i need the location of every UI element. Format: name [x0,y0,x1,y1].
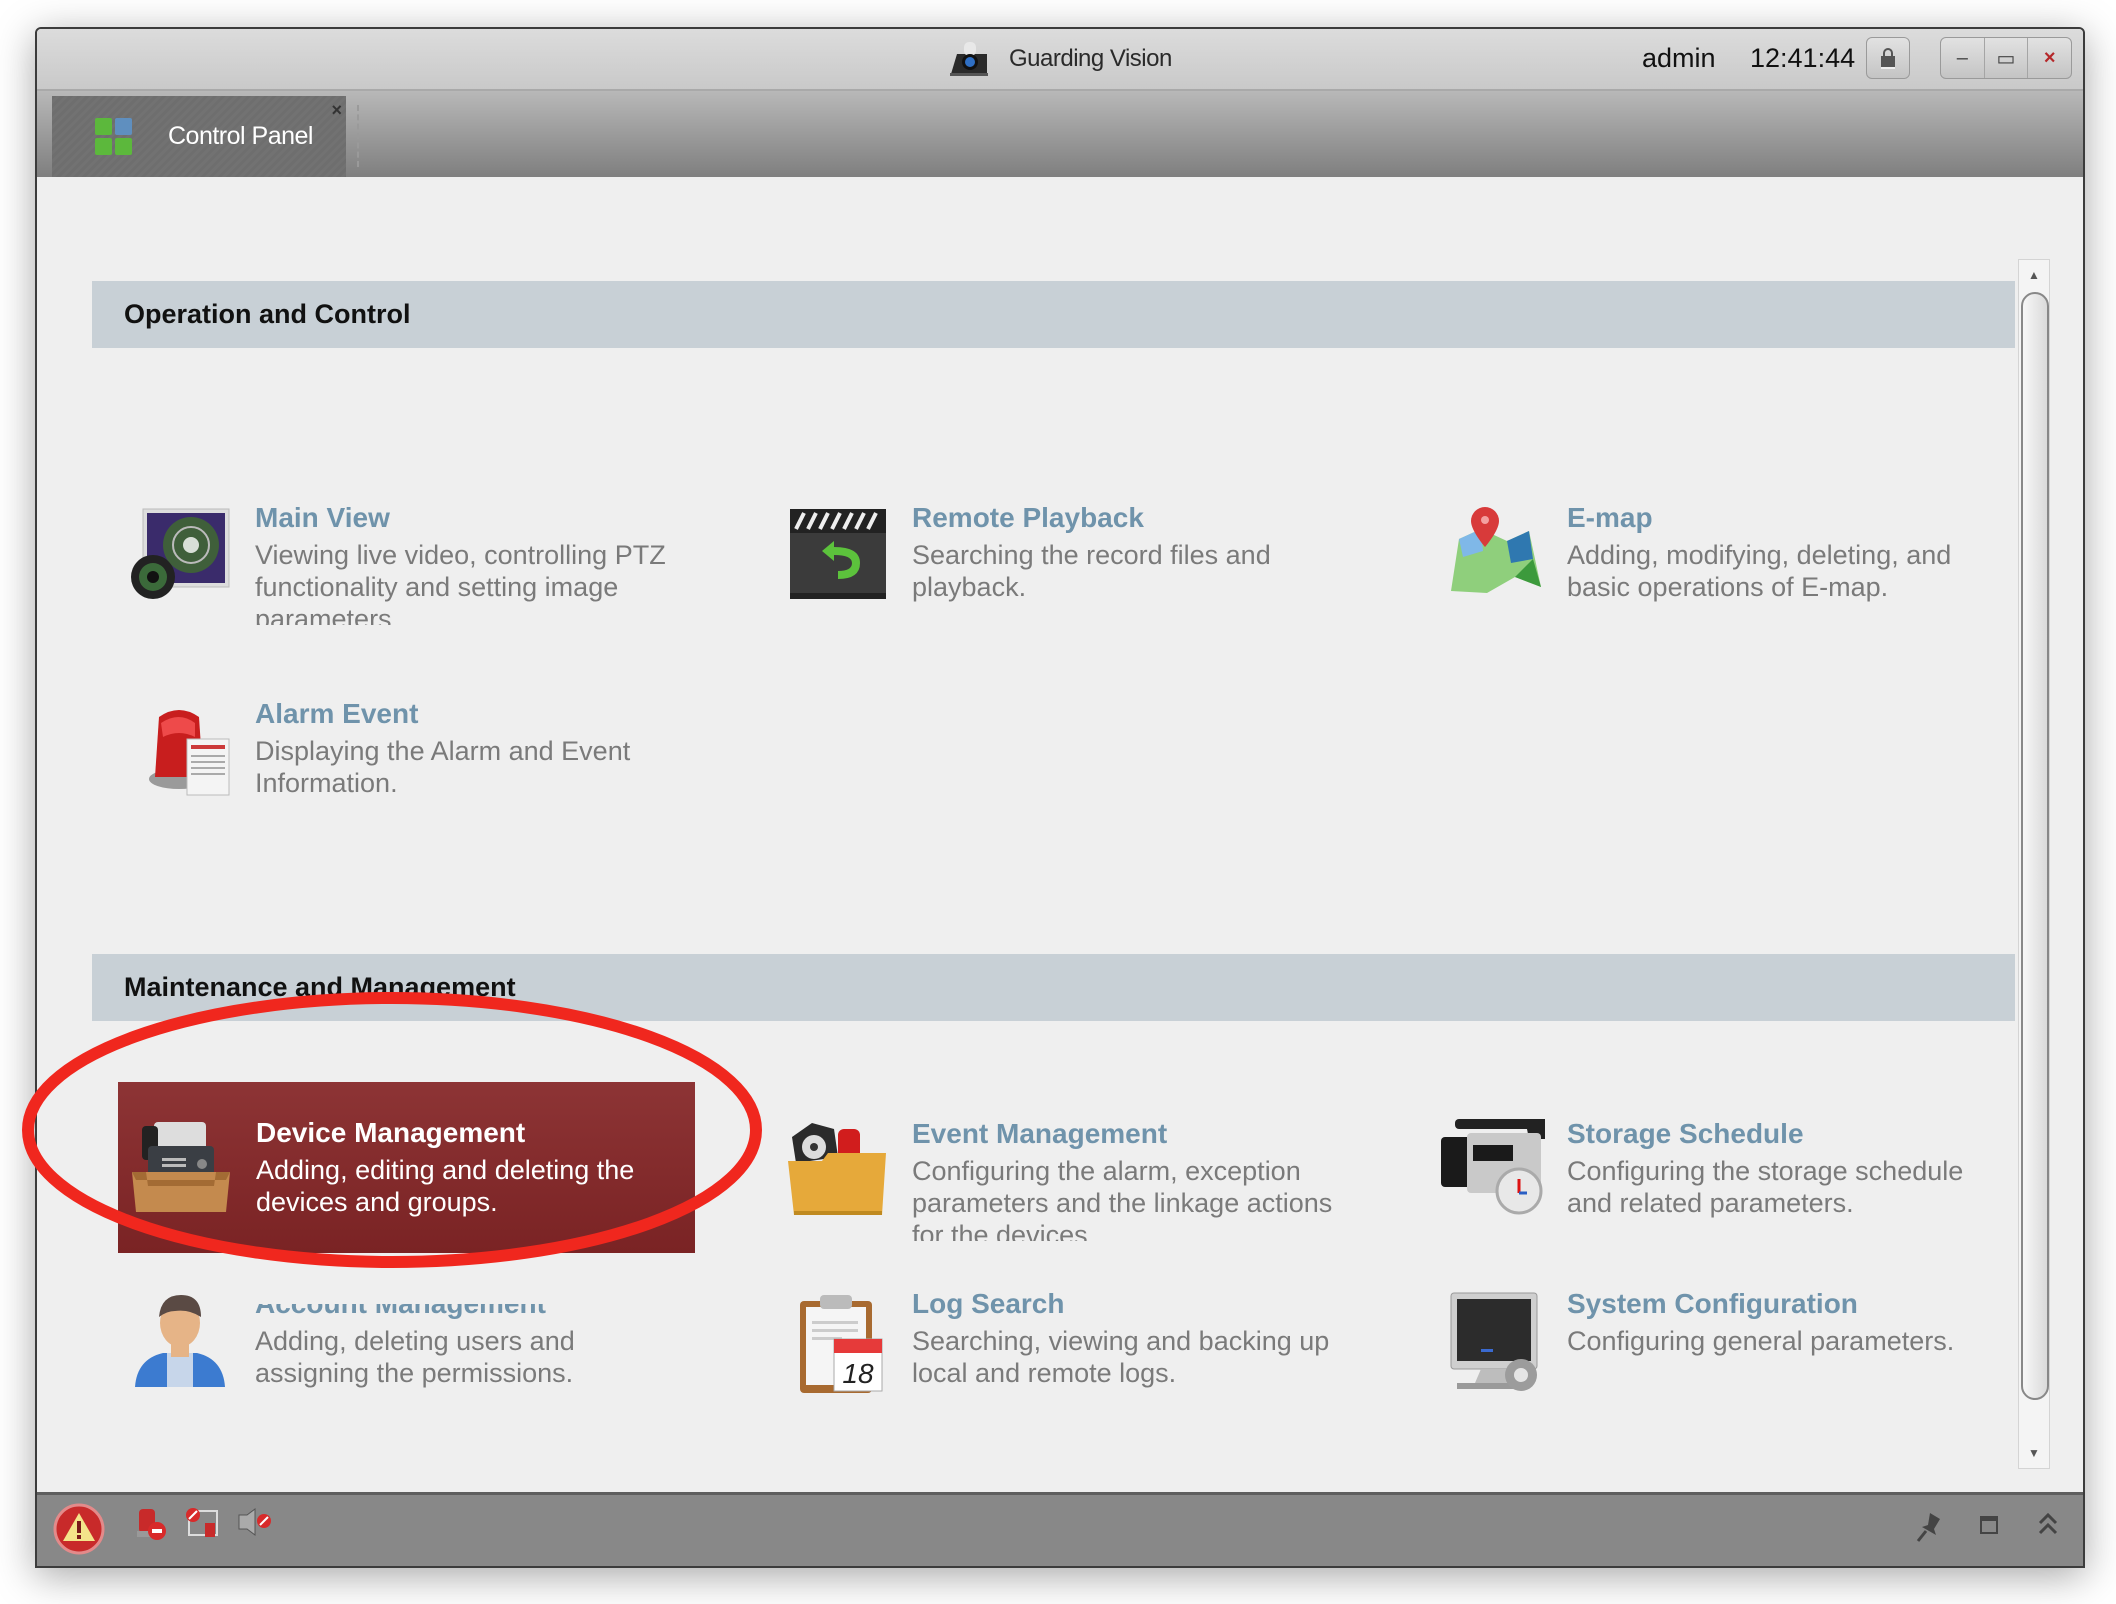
event-disabled-icon[interactable] [185,1507,219,1539]
lock-icon [1881,48,1895,69]
item-description: Searching, viewing and backing up local … [912,1326,1330,1388]
item-description: Configuring the alarm, exception paramet… [912,1156,1333,1241]
item-title[interactable]: Event Management [912,1117,1352,1151]
section-header-operation: Operation and Control [92,281,2015,348]
item-description: Adding, deleting users and assigning the… [255,1326,575,1388]
window-icon[interactable] [1979,1515,1999,1535]
camera-logo-icon [950,42,988,76]
item-storage-schedule[interactable]: Storage Schedule Configuring the storage… [1437,1117,1987,1227]
status-bar [37,1492,2083,1566]
item-title[interactable]: Storage Schedule [1567,1117,1987,1151]
section-title: Operation and Control [124,299,411,329]
scroll-down-arrow-icon[interactable]: ▼ [2019,1438,2049,1468]
item-description: Searching the record files and playback. [912,540,1271,602]
maximize-button[interactable]: ▭ [1985,38,2029,78]
item-device-management[interactable]: Device Management Adding, editing and de… [118,1082,695,1253]
monitor-gear-icon [1450,1292,1538,1391]
item-description: Adding, modifying, deleting, and basic o… [1567,540,1952,602]
user-account-icon [135,1295,225,1387]
alarm-warning-icon[interactable] [53,1503,105,1555]
tab-control-panel[interactable]: Control Panel × [52,96,346,177]
minimize-icon: – [1956,46,1968,69]
item-account-management[interactable]: Account Management Adding, deleting user… [125,1287,675,1397]
title-bar: Guarding Vision admin 12:41:44 – ▭ × [37,29,2083,91]
tab-separator [357,105,359,167]
clock: 12:41:44 [1750,43,1856,73]
map-pin-icon [1451,507,1541,593]
camcorder-clock-icon [1441,1119,1545,1215]
expand-up-icon[interactable] [2037,1511,2059,1537]
item-description: Viewing live video, controlling PTZ func… [255,540,666,625]
tab-bar: Control Panel × [37,91,2083,177]
close-icon: × [2043,46,2056,69]
pin-icon[interactable] [1916,1511,1944,1543]
tab-label: Control Panel [168,122,313,150]
control-panel-content: Operation and Control Main View Viewing … [37,177,2083,1495]
minimize-button[interactable]: – [1941,38,1985,78]
item-remote-playback[interactable]: Remote Playback Searching the record fil… [782,501,1312,611]
maximize-icon: ▭ [1996,47,2016,70]
item-event-management[interactable]: Event Management Configuring the alarm, … [782,1117,1352,1241]
alarm-disabled-icon[interactable] [135,1507,167,1541]
tab-close-icon[interactable]: × [331,100,342,121]
close-button[interactable]: × [2028,38,2071,78]
item-alarm-event[interactable]: Alarm Event Displaying the Alarm and Eve… [145,697,675,807]
main-view-icon [131,508,230,599]
item-title[interactable]: Main View [255,501,695,535]
section-header-maintenance: Maintenance and Management [92,954,2015,1021]
item-title[interactable]: Alarm Event [255,697,675,731]
item-title[interactable]: System Configuration [1567,1287,2007,1321]
item-title[interactable]: Log Search [912,1287,1352,1321]
item-description: Displaying the Alarm and Event Informati… [255,736,631,798]
item-e-map[interactable]: E-map Adding, modifying, deleting, and b… [1437,501,1987,611]
alarm-siren-icon [149,710,230,796]
audio-disabled-icon[interactable] [237,1507,273,1537]
control-panel-grid-icon [95,117,132,155]
app-window: Guarding Vision admin 12:41:44 – ▭ × Con… [35,27,2085,1568]
section-title: Maintenance and Management [124,972,516,1002]
item-description: Adding, editing and deleting the devices… [256,1155,635,1217]
event-folder-icon [788,1123,886,1215]
playback-clapper-icon [790,509,886,599]
current-user[interactable]: admin [1642,43,1716,74]
clipboard-calendar-icon: 18 [800,1295,883,1393]
device-drawer-icon [132,1122,230,1212]
item-title[interactable]: Device Management [256,1116,676,1150]
window-controls: – ▭ × [1940,37,2072,79]
item-system-configuration[interactable]: System Configuration Configuring general… [1437,1287,2007,1397]
item-main-view[interactable]: Main View Viewing live video, controllin… [125,501,695,625]
vertical-scrollbar[interactable]: ▲ ▼ [2018,259,2050,1469]
item-description: Configuring the storage schedule and rel… [1567,1156,1964,1218]
scroll-up-arrow-icon[interactable]: ▲ [2019,260,2049,290]
lock-button[interactable] [1866,37,1910,79]
calendar-day: 18 [842,1358,874,1389]
app-title-text: Guarding Vision [1009,45,1172,72]
item-title[interactable]: Account Management [255,1304,675,1321]
item-title[interactable]: E-map [1567,501,1987,535]
item-description: Configuring general parameters. [1567,1326,1955,1356]
item-log-search[interactable]: 18 Log Search Searching, viewing and bac… [782,1287,1352,1397]
scrollbar-thumb[interactable] [2021,292,2049,1400]
item-title[interactable]: Remote Playback [912,501,1312,535]
app-title: Guarding Vision [947,39,1172,79]
